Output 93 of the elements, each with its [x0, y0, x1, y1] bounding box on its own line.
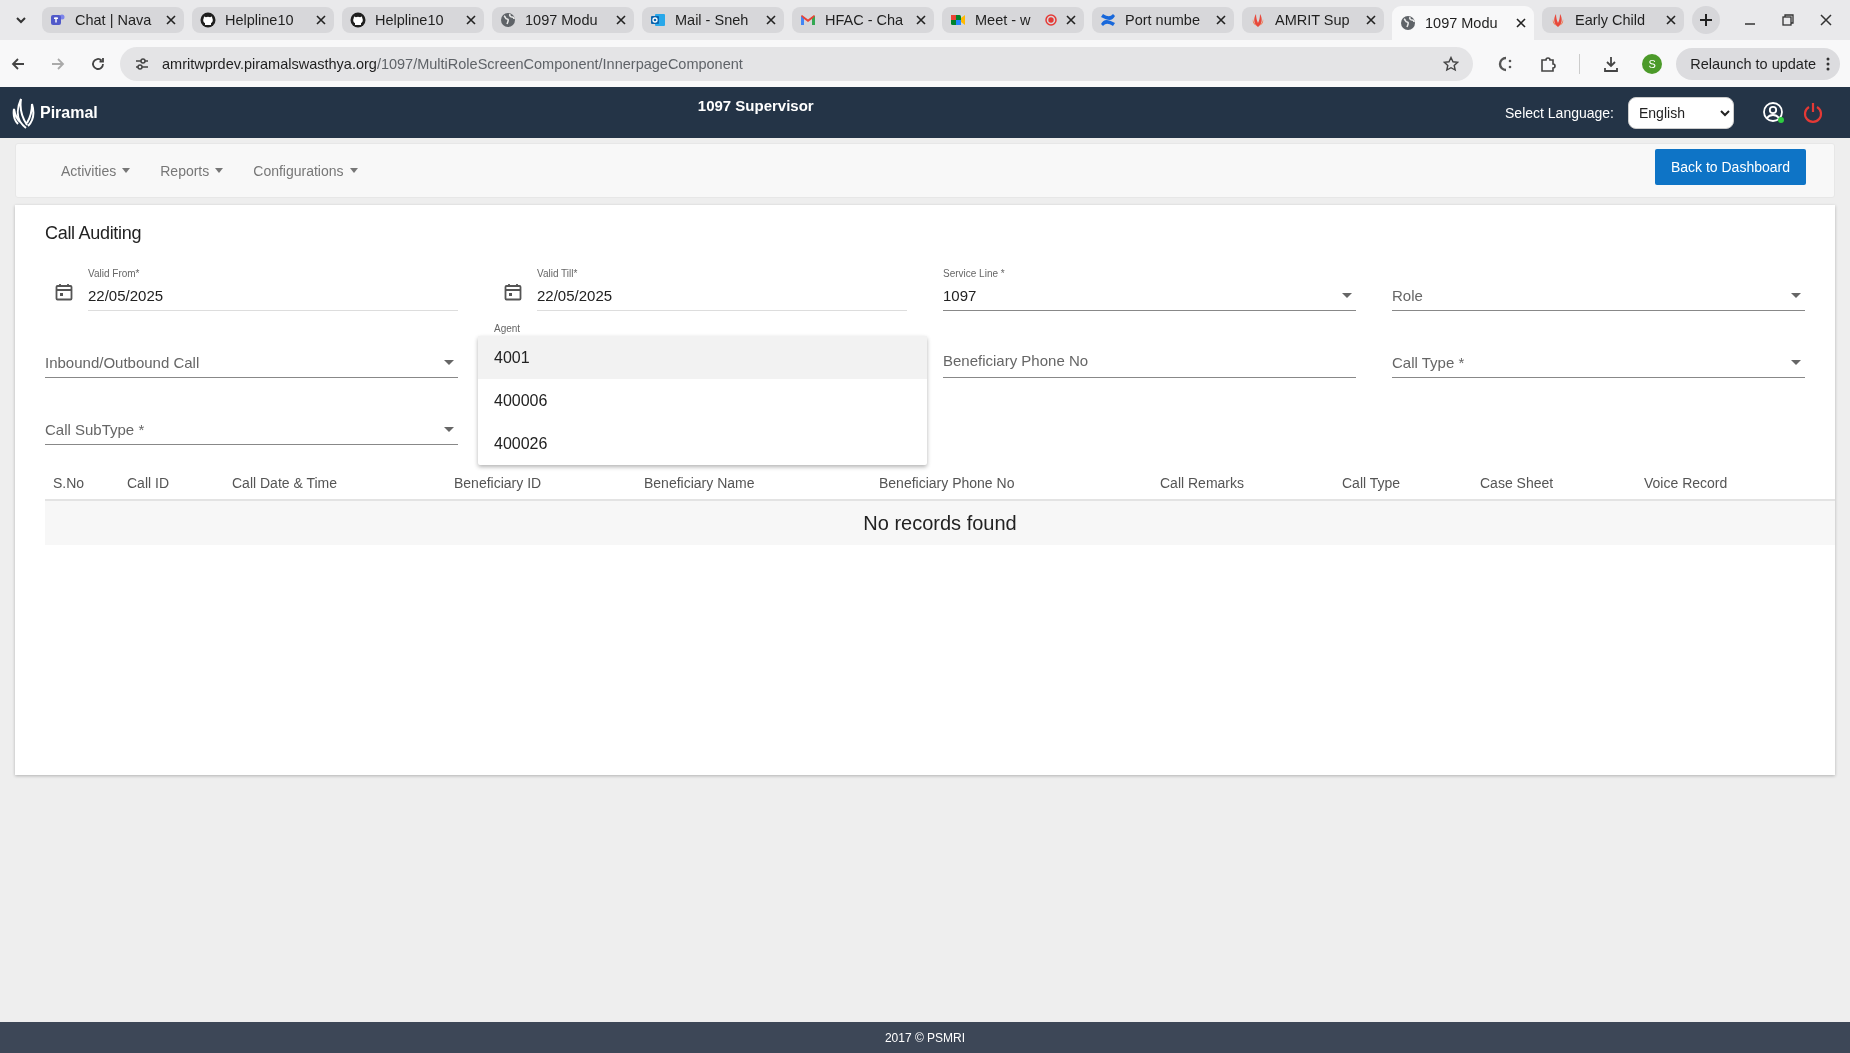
cat-logo-icon: [350, 12, 366, 28]
profile-avatar[interactable]: S: [1642, 53, 1663, 74]
browser-tab[interactable]: Helpline10: [192, 7, 334, 33]
more-icon[interactable]: [1826, 56, 1830, 71]
select-field[interactable]: Role: [1392, 287, 1805, 311]
plus-icon[interactable]: [1699, 13, 1713, 27]
reload-icon[interactable]: [90, 55, 106, 72]
people-logo-icon: [50, 12, 66, 28]
dropdown-option[interactable]: 400006: [478, 379, 927, 422]
caret-icon: [122, 168, 131, 173]
calendar-icon[interactable]: [504, 283, 522, 301]
select-field[interactable]: Call Type *: [1392, 354, 1805, 378]
leaf-logo-icon: [1250, 12, 1266, 28]
close-icon[interactable]: [916, 15, 926, 25]
date-field[interactable]: Valid From* 22/05/2025: [88, 268, 458, 311]
cross-logo-icon: [1100, 12, 1116, 28]
close-icon[interactable]: [466, 15, 476, 25]
column-header: Beneficiary Name: [644, 475, 756, 491]
browser-tab[interactable]: Chat | Nava: [42, 7, 184, 33]
browser-tab[interactable]: Helpline10: [342, 7, 484, 33]
globe-icon: [1400, 15, 1416, 31]
site-settings-icon[interactable]: [134, 55, 150, 72]
browser-tab[interactable]: 1097 Modu: [492, 7, 634, 33]
browser-tab[interactable]: 1097 Modu: [1392, 6, 1534, 40]
relaunch-button[interactable]: Relaunch to update: [1676, 47, 1840, 80]
language-label: Select Language:: [1505, 104, 1614, 121]
new-tab-button[interactable]: [1692, 6, 1720, 34]
close-icon[interactable]: [1516, 18, 1526, 28]
column-header: Beneficiary ID: [454, 475, 543, 491]
cat-logo-icon: [200, 12, 216, 28]
download-icon[interactable]: [1602, 54, 1621, 73]
puzzle-icon[interactable]: [1539, 54, 1558, 73]
date-field[interactable]: Valid Till* 22/05/2025: [537, 268, 907, 311]
logo-text: Piramal: [40, 103, 98, 122]
dropdown-option[interactable]: 400026: [478, 422, 927, 465]
browser-tab[interactable]: Port numbe: [1092, 7, 1234, 33]
caret-icon: [1791, 360, 1801, 365]
back-icon[interactable]: [10, 55, 26, 72]
close-icon[interactable]: [616, 15, 626, 25]
camera-icon: [950, 12, 966, 28]
close-icon[interactable]: [766, 15, 776, 25]
caret-icon: [1342, 293, 1352, 298]
column-header: Call Type: [1342, 475, 1402, 491]
close-icon[interactable]: [166, 15, 176, 25]
leaf-logo-icon: [1550, 12, 1566, 28]
column-header: S.No: [53, 475, 86, 491]
user-icon[interactable]: [1762, 100, 1786, 125]
select-field[interactable]: Inbound/Outbound Call: [45, 354, 458, 378]
column-header: Call Date & Time: [232, 475, 339, 491]
browser-tab[interactable]: Early Child: [1542, 7, 1684, 33]
caret-icon: [444, 360, 454, 365]
column-header: Voice Record: [1644, 475, 1729, 491]
browser-tab[interactable]: AMRIT Sup: [1242, 7, 1384, 33]
close-icon[interactable]: [1666, 15, 1676, 25]
star-icon[interactable]: [1443, 55, 1460, 72]
field-label: Agent: [494, 323, 521, 334]
back-to-dashboard-button[interactable]: Back to Dashboard: [1654, 148, 1806, 185]
select-field[interactable]: Service Line * 1097: [943, 268, 1356, 311]
restore-icon[interactable]: [1782, 14, 1794, 26]
browser-tab[interactable]: Mail - Sneh: [642, 7, 784, 33]
address-bar[interactable]: amritwprdev.piramalswasthya.org/1097/MultiRoleScreenComponent/InnerpageComponent: [120, 46, 1474, 81]
browser-tab[interactable]: Meet - w: [942, 7, 1084, 33]
caret-icon: [349, 168, 358, 173]
caret-icon: [1791, 293, 1801, 298]
caret-icon: [215, 168, 224, 173]
copyright-text: 2017 © PSMRI: [884, 1030, 966, 1045]
recording-icon: [1045, 14, 1057, 26]
envelope-icon: [800, 12, 816, 28]
mail-logo-icon: [650, 12, 666, 28]
column-header: Call Remarks: [1160, 475, 1245, 491]
column-header: Case Sheet: [1480, 475, 1555, 491]
page-title: 1097 Supervisor: [697, 97, 814, 114]
browser-tab[interactable]: HFAC - Cha: [792, 7, 934, 33]
close-icon[interactable]: [1820, 14, 1832, 26]
dropdown-option[interactable]: 4001: [478, 336, 927, 379]
input-field[interactable]: Beneficiary Phone No: [943, 352, 1356, 378]
globe-icon: [500, 12, 516, 28]
menu-dropdown[interactable]: Configurations: [253, 162, 358, 179]
language-select[interactable]: English: [1628, 96, 1734, 129]
power-icon[interactable]: [1802, 101, 1824, 124]
menu-dropdown[interactable]: Activities: [61, 162, 131, 179]
close-icon[interactable]: [316, 15, 326, 25]
calendar-icon[interactable]: [55, 283, 73, 301]
empty-message: No records found: [863, 511, 1017, 535]
close-icon[interactable]: [1216, 15, 1226, 25]
caret-icon: [444, 427, 454, 432]
close-icon[interactable]: [1366, 15, 1376, 25]
column-header: Beneficiary Phone No: [879, 475, 1016, 491]
section-title: Call Auditing: [45, 223, 142, 244]
column-header: Call ID: [127, 475, 170, 491]
select-field[interactable]: Call SubType *: [45, 421, 458, 445]
close-icon[interactable]: [1066, 15, 1076, 25]
menu-dropdown[interactable]: Reports: [160, 162, 224, 179]
